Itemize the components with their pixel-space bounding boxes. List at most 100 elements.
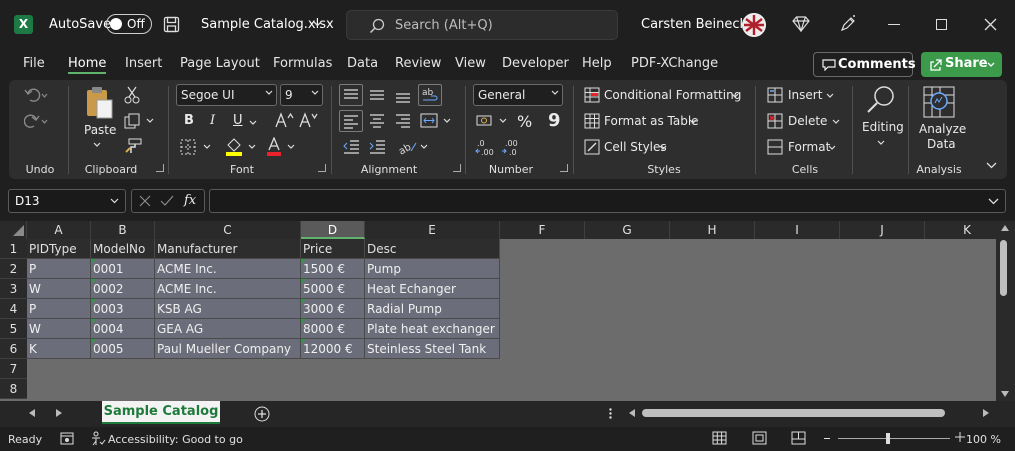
save-icon[interactable] (163, 16, 180, 33)
merge-center-icon[interactable] (420, 112, 452, 130)
column-header-j[interactable]: J (840, 221, 925, 239)
currency-icon[interactable] (476, 113, 508, 129)
hscroll-right-icon[interactable] (983, 409, 989, 417)
zoom-slider-thumb[interactable] (886, 433, 890, 444)
chevron-down-icon[interactable] (877, 140, 885, 145)
select-all-corner[interactable] (0, 221, 27, 239)
magnifier-icon[interactable] (866, 85, 896, 115)
row-header[interactable]: 5 (0, 319, 27, 339)
diamond-icon[interactable] (792, 16, 810, 32)
menu-formulas[interactable]: Formulas (273, 56, 332, 74)
column-header-b[interactable]: B (91, 221, 155, 239)
table-cell[interactable]: 8000 € (301, 319, 365, 339)
page-layout-view-icon[interactable] (752, 431, 767, 445)
cut-icon[interactable] (124, 86, 140, 104)
column-header-c[interactable]: C (155, 221, 301, 239)
font-name-select[interactable]: Segoe UI (176, 84, 277, 106)
column-header-a[interactable]: A (27, 221, 91, 239)
zoom-level[interactable]: 100 % (966, 433, 1001, 446)
scroll-down-icon[interactable] (1001, 391, 1009, 397)
scroll-up-icon[interactable] (1001, 225, 1009, 231)
table-cell[interactable]: ACME Inc. (155, 259, 301, 279)
table-cell[interactable]: Plate heat exchanger (365, 319, 500, 339)
percent-button[interactable]: % (517, 112, 532, 131)
table-cell[interactable]: GEA AG (155, 319, 301, 339)
undo-icon[interactable] (24, 87, 48, 103)
font-color-icon[interactable] (266, 137, 300, 157)
horizontal-scroll-thumb[interactable] (642, 409, 945, 417)
analyze-data-line2[interactable]: Data (927, 137, 956, 151)
zoom-in-icon[interactable] (955, 432, 965, 442)
menu-data[interactable]: Data (347, 56, 378, 74)
table-cell[interactable]: Paul Mueller Company (155, 339, 301, 359)
align-top-button[interactable] (339, 84, 363, 106)
column-header-e[interactable]: E (365, 221, 500, 239)
analyze-data-line1[interactable]: Analyze (919, 122, 966, 136)
menu-page-layout[interactable]: Page Layout (180, 56, 260, 74)
maximize-icon[interactable] (936, 19, 947, 30)
row-header[interactable]: 1 (0, 239, 27, 259)
delete-cells-button[interactable]: Delete (788, 114, 827, 128)
table-cell[interactable]: 3000 € (301, 299, 365, 319)
table-header-cell[interactable]: Desc (365, 239, 500, 259)
chevron-down-icon[interactable] (826, 93, 834, 98)
chevron-down-icon[interactable] (93, 142, 101, 147)
align-center-icon[interactable] (368, 112, 386, 130)
paste-icon[interactable] (84, 86, 114, 120)
table-cell[interactable]: 0005 (91, 339, 155, 359)
table-cell[interactable]: 0001 (91, 259, 155, 279)
comments-button[interactable]: Comments (813, 52, 916, 77)
fill-color-icon[interactable] (225, 137, 259, 157)
user-name[interactable]: Carsten Beinecke (641, 17, 755, 32)
more-options-icon[interactable] (609, 408, 612, 419)
table-cell[interactable]: Heat Echanger (365, 279, 500, 299)
row-header[interactable]: 4 (0, 299, 27, 319)
chevron-down-icon[interactable] (249, 120, 257, 125)
table-cell[interactable]: 0002 (91, 279, 155, 299)
format-cells-button[interactable]: Format (788, 140, 830, 154)
row-header[interactable]: 2 (0, 259, 27, 279)
pen-icon[interactable] (839, 15, 857, 33)
analyze-data-icon[interactable] (922, 85, 956, 119)
dialog-launcher-icon[interactable] (156, 164, 164, 172)
menu-help[interactable]: Help (582, 56, 612, 74)
add-sheet-icon[interactable] (254, 406, 270, 422)
tab-next-icon[interactable] (56, 409, 62, 417)
increase-font-icon[interactable] (275, 112, 295, 128)
column-header-g[interactable]: G (585, 221, 670, 239)
borders-icon[interactable] (180, 139, 212, 155)
increase-indent-icon[interactable] (368, 139, 386, 155)
column-header-h[interactable]: H (670, 221, 755, 239)
menu-pdf-xchange[interactable]: PDF-XChange (631, 56, 718, 74)
insert-cells-button[interactable]: Insert (788, 88, 822, 102)
table-cell[interactable]: Radial Pump (365, 299, 500, 319)
chevron-down-icon[interactable] (731, 93, 739, 98)
chevron-down-icon[interactable] (986, 162, 997, 169)
cell-styles-button[interactable]: Cell Styles (604, 140, 667, 154)
align-bottom-icon[interactable] (394, 86, 412, 104)
orientation-icon[interactable]: ab (397, 138, 429, 156)
table-header-cell[interactable]: Manufacturer (155, 239, 301, 259)
table-cell[interactable]: K (27, 339, 91, 359)
table-cell[interactable]: 12000 € (301, 339, 365, 359)
table-cell[interactable]: Steinless Steel Tank (365, 339, 500, 359)
row-header[interactable]: 7 (0, 359, 27, 379)
menu-insert[interactable]: Insert (125, 56, 162, 74)
table-cell[interactable]: 5000 € (301, 279, 365, 299)
menu-view[interactable]: View (455, 56, 486, 74)
table-cell[interactable]: 1500 € (301, 259, 365, 279)
table-cell[interactable]: 0004 (91, 319, 155, 339)
autosave-toggle[interactable]: Off (106, 14, 152, 34)
zoom-slider[interactable] (838, 438, 950, 439)
worksheet-grid[interactable]: A B C D E F G H I J K 1 2 3 4 5 6 7 8 PI… (0, 221, 1015, 401)
dialog-launcher-icon[interactable] (318, 164, 326, 172)
normal-view-icon[interactable] (712, 431, 727, 445)
formula-input[interactable] (209, 189, 1006, 213)
close-icon[interactable] (984, 18, 997, 31)
cancel-icon[interactable] (139, 195, 151, 207)
copy-icon[interactable] (124, 113, 154, 129)
font-size-select[interactable]: 9 (280, 84, 323, 106)
dialog-launcher-icon[interactable] (453, 164, 461, 172)
align-left-button[interactable] (339, 110, 363, 132)
number-format-select[interactable]: General (473, 84, 563, 106)
